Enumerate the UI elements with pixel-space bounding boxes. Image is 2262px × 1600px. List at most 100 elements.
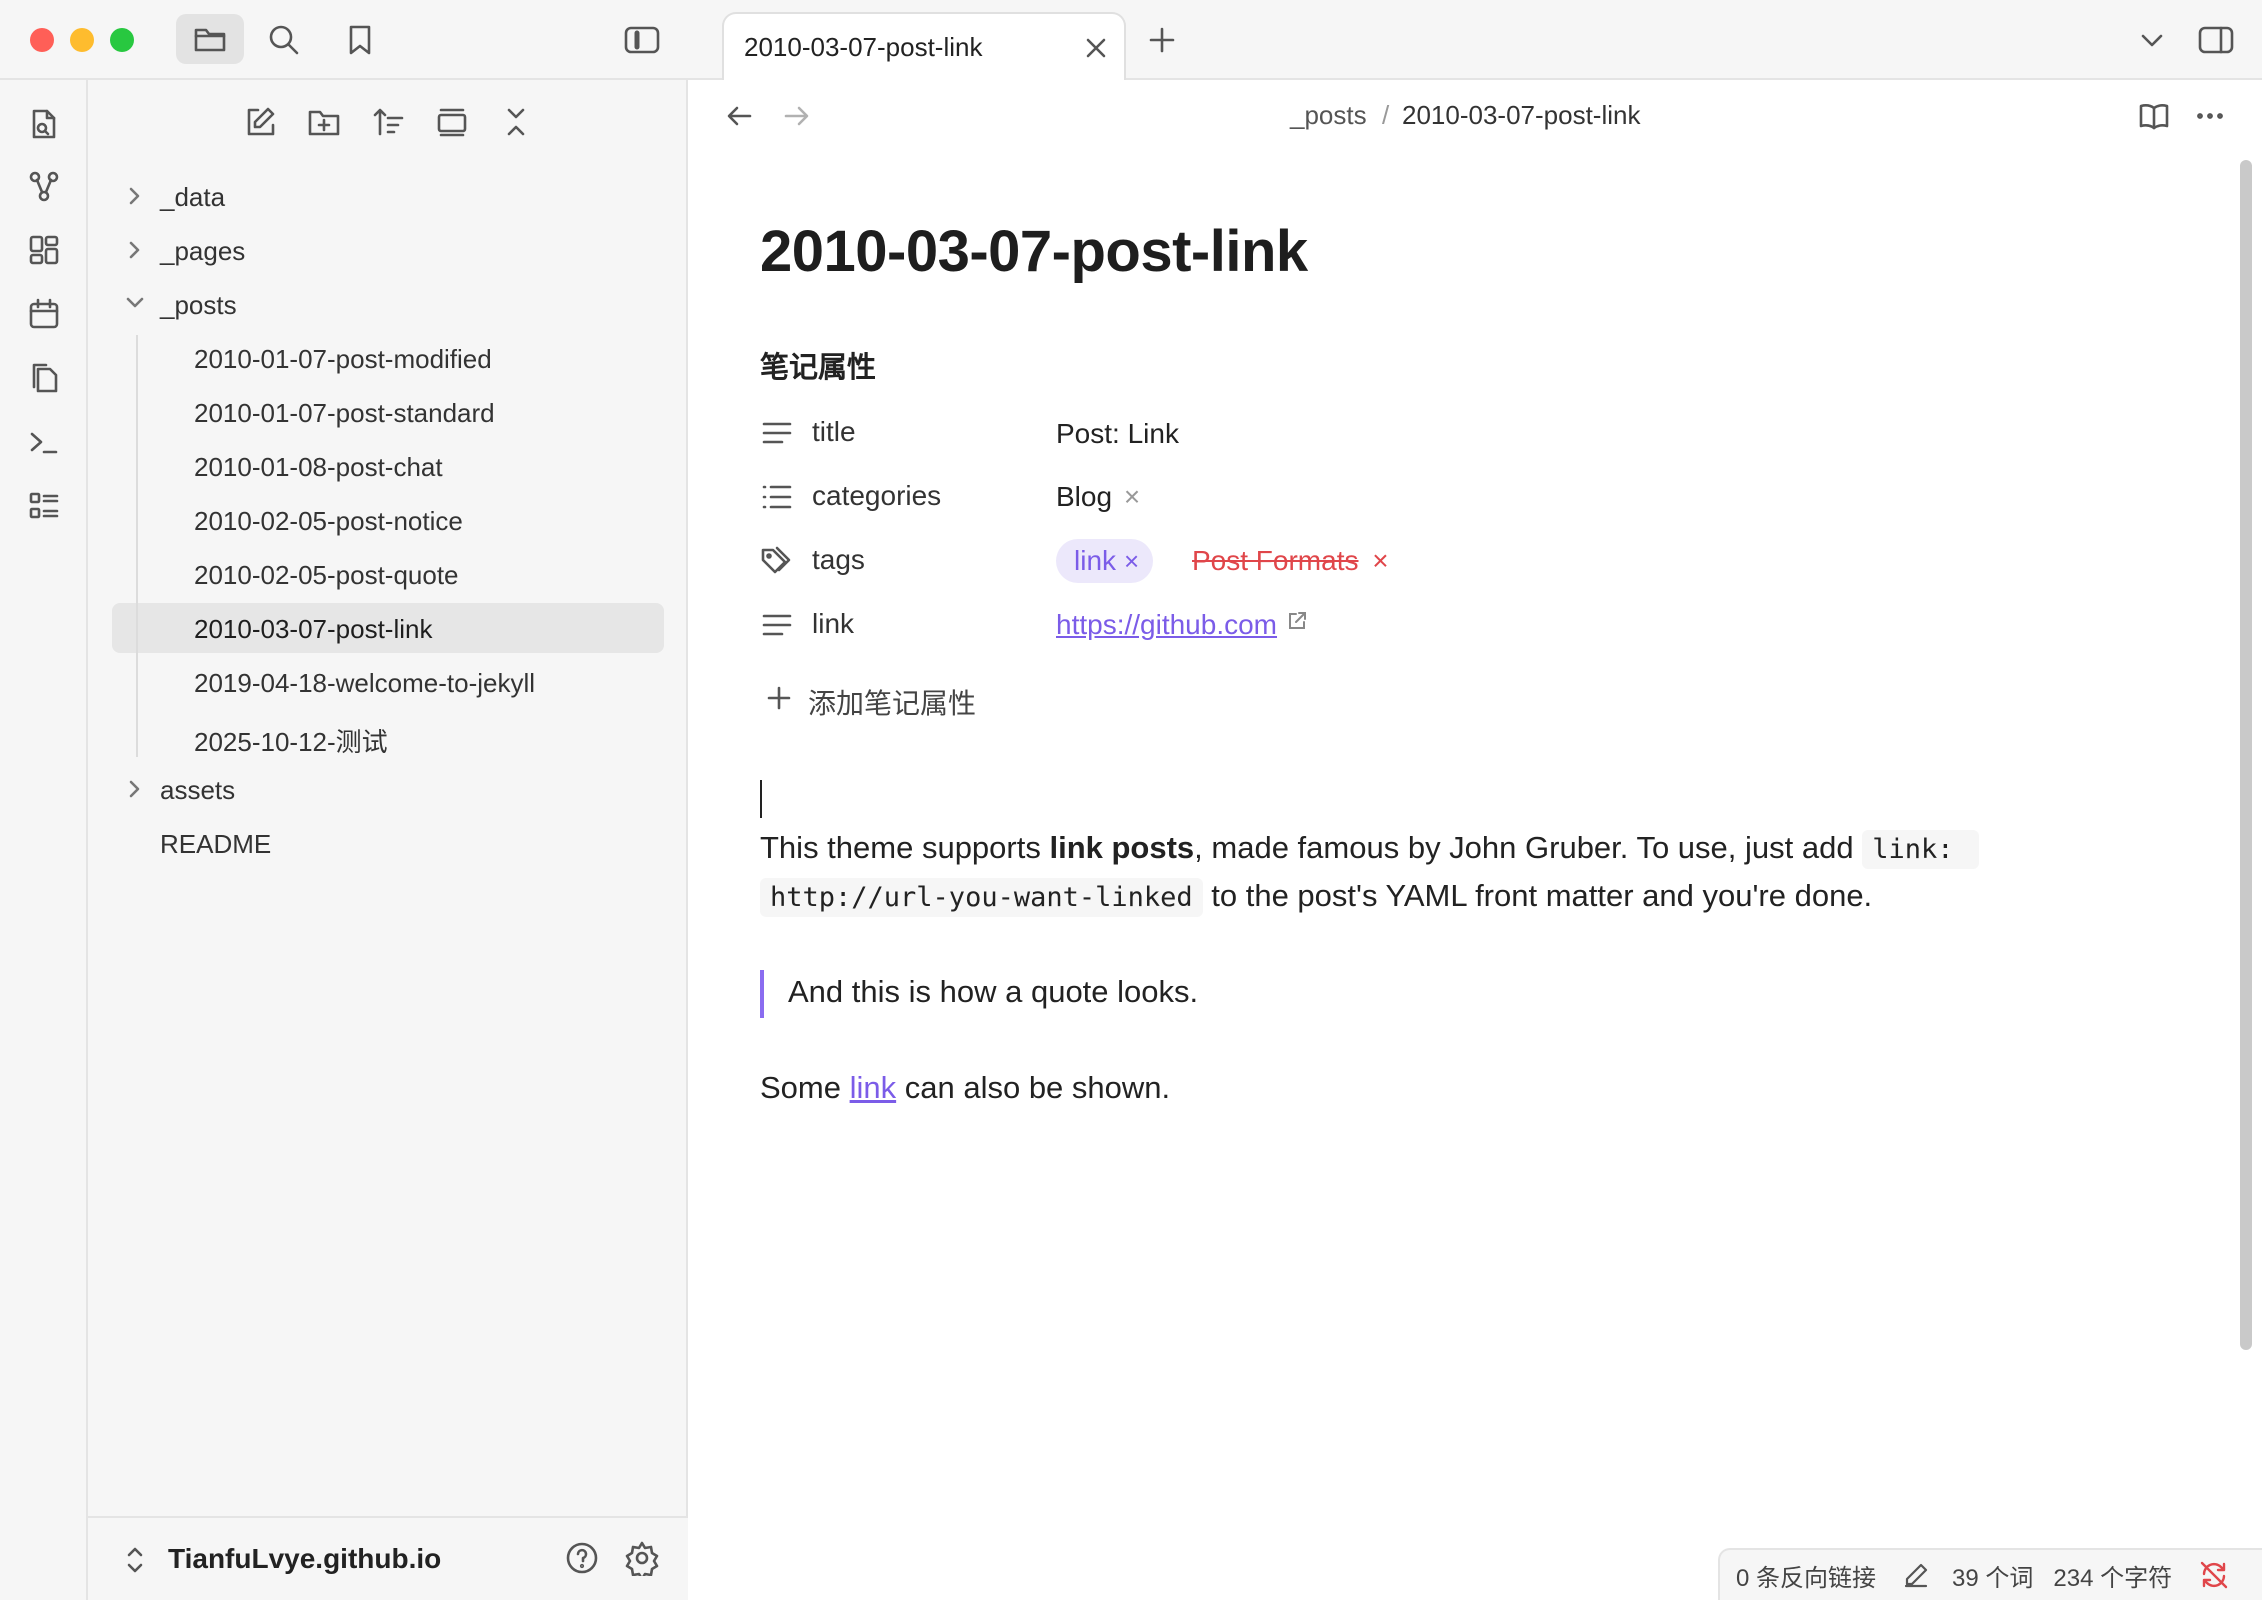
property-value-link[interactable]: https://github.com — [1056, 609, 1309, 641]
list-icon[interactable] — [760, 480, 794, 514]
property-key-categories[interactable]: categories — [812, 480, 941, 512]
files-icon — [32, 363, 58, 393]
add-property-icon[interactable] — [764, 680, 794, 716]
search-tab-button[interactable] — [264, 20, 304, 60]
tree-file[interactable]: 2010-02-05-post-quote — [194, 560, 459, 591]
blockquote-text[interactable]: And this is how a quote looks. — [788, 974, 1198, 1010]
open-graph-view-button[interactable] — [22, 164, 66, 208]
tree-file[interactable]: 2010-01-07-post-standard — [194, 398, 495, 429]
backlinks-count[interactable]: 0 条反向链接 — [1736, 1558, 1876, 1593]
arrow-right-icon — [784, 106, 809, 126]
text-cursor — [760, 780, 762, 818]
chevron-right-icon[interactable] — [124, 237, 146, 263]
open-daily-note-button[interactable] — [22, 292, 66, 336]
settings-button[interactable] — [622, 1538, 662, 1578]
external-link[interactable]: https://github.com — [1056, 609, 1277, 640]
gear-icon — [625, 1541, 659, 1576]
help-circle-icon — [566, 1542, 598, 1574]
close-window-button[interactable] — [30, 28, 54, 52]
tree-file[interactable]: 2025-10-12-测试 — [194, 722, 388, 759]
bookmarks-tab-button[interactable] — [340, 20, 380, 60]
paragraph-1-line-1[interactable]: This theme supports link posts, made fam… — [760, 830, 1980, 869]
close-tab-button[interactable] — [1078, 30, 1114, 66]
new-folder-button[interactable] — [304, 102, 344, 142]
change-sort-order-button[interactable] — [368, 102, 408, 142]
new-note-button[interactable] — [240, 102, 280, 142]
tree-file[interactable]: README — [160, 829, 271, 860]
remove-tag-button[interactable]: × — [1372, 545, 1388, 576]
vault-name[interactable]: TianfuLvye.github.io — [168, 1543, 441, 1575]
tree-file[interactable]: 2010-01-07-post-modified — [194, 344, 492, 375]
remove-category-button[interactable]: × — [1124, 481, 1140, 512]
paragraph-text: Some — [760, 1070, 850, 1105]
text-lines-icon[interactable] — [760, 608, 794, 642]
open-quick-switcher-button[interactable] — [22, 102, 66, 146]
inline-code: link: — [1862, 830, 1980, 869]
char-count: 234 个字符 — [2053, 1564, 2173, 1592]
paragraph-1-line-2[interactable]: http://url-you-want-linked to the post's… — [760, 878, 1872, 917]
bold-text: link posts — [1049, 830, 1195, 865]
tag-label: Post Formats — [1192, 545, 1359, 576]
note-title[interactable]: 2010-03-07-post-link — [760, 218, 1308, 285]
chevron-right-icon[interactable] — [124, 776, 146, 802]
open-canvas-button[interactable] — [22, 228, 66, 272]
navigate-forward-button[interactable] — [776, 96, 816, 136]
chevron-right-icon[interactable] — [124, 183, 146, 209]
sync-status-button[interactable] — [2198, 1560, 2230, 1590]
insert-template-button[interactable] — [22, 356, 66, 400]
new-tab-button[interactable] — [1142, 20, 1182, 60]
breadcrumb-file[interactable]: 2010-03-07-post-link — [1402, 100, 1640, 131]
tag-invalid-post-formats[interactable]: Post Formats × — [1192, 545, 1389, 577]
reading-view-button[interactable] — [2134, 96, 2174, 136]
paragraph-2[interactable]: Some link can also be shown. — [760, 1070, 1170, 1106]
tree-indent-guide — [136, 335, 138, 757]
vault-switcher-button[interactable] — [120, 1540, 150, 1580]
paragraph-text: This theme supports — [760, 830, 1050, 865]
plus-icon — [767, 686, 791, 710]
tree-file[interactable]: 2010-02-05-post-notice — [194, 506, 463, 537]
auto-reveal-button[interactable] — [432, 102, 472, 142]
breadcrumb-folder[interactable]: _posts — [1290, 100, 1367, 131]
tree-file[interactable]: 2019-04-18-welcome-to-jekyll — [194, 668, 535, 699]
tree-file-active[interactable]: 2010-03-07-post-link — [194, 614, 432, 645]
more-options-button[interactable] — [2190, 96, 2230, 136]
chevron-down-icon[interactable] — [122, 292, 148, 314]
files-tab-button[interactable] — [176, 14, 244, 64]
properties-heading[interactable]: 笔记属性 — [760, 344, 876, 386]
add-property-button[interactable]: 添加笔记属性 — [808, 682, 976, 722]
tree-folder-posts[interactable]: _posts — [160, 290, 237, 321]
tag-pill-link[interactable]: link × — [1056, 539, 1154, 583]
navigate-back-button[interactable] — [720, 96, 760, 136]
text-lines-icon[interactable] — [760, 416, 794, 450]
tags-icon[interactable] — [760, 544, 796, 578]
collapse-all-button[interactable] — [496, 102, 536, 142]
tree-folder-pages[interactable]: _pages — [160, 236, 245, 267]
edit-icon — [247, 107, 275, 136]
tree-folder-assets[interactable]: assets — [160, 775, 235, 806]
sync-error-icon — [2200, 1561, 2228, 1589]
tree-file[interactable]: 2010-01-08-post-chat — [194, 452, 443, 483]
editing-mode-button[interactable] — [1902, 1561, 1930, 1589]
open-outline-button[interactable] — [22, 484, 66, 528]
remove-tag-button[interactable]: × — [1124, 546, 1139, 577]
category-blog[interactable]: Blog — [1056, 481, 1112, 512]
inline-link[interactable]: link — [850, 1070, 897, 1105]
minimize-window-button[interactable] — [70, 28, 94, 52]
property-value-title[interactable]: Post: Link — [1056, 418, 1179, 450]
property-key-title[interactable]: title — [812, 416, 856, 448]
toggle-right-sidebar-button[interactable] — [2194, 20, 2238, 60]
toggle-left-sidebar-button[interactable] — [620, 20, 664, 60]
editor-scrollbar[interactable] — [2240, 160, 2252, 1350]
open-command-palette-button[interactable] — [22, 420, 66, 464]
tree-folder-data[interactable]: _data — [160, 182, 225, 213]
sidebar-right-icon — [2198, 26, 2234, 54]
property-key-link[interactable]: link — [812, 608, 854, 640]
zoom-window-button[interactable] — [110, 28, 134, 52]
status-bar: 0 条反向链接 39 个词 234 个字符 — [1718, 1548, 2262, 1600]
tab-current-note[interactable]: 2010-03-07-post-link — [722, 12, 1126, 80]
property-value-categories[interactable]: Blog × — [1056, 481, 1140, 513]
help-button[interactable] — [562, 1538, 602, 1578]
property-key-tags[interactable]: tags — [812, 544, 865, 576]
tab-list-button[interactable] — [2132, 20, 2172, 60]
sort-icon — [373, 108, 404, 136]
